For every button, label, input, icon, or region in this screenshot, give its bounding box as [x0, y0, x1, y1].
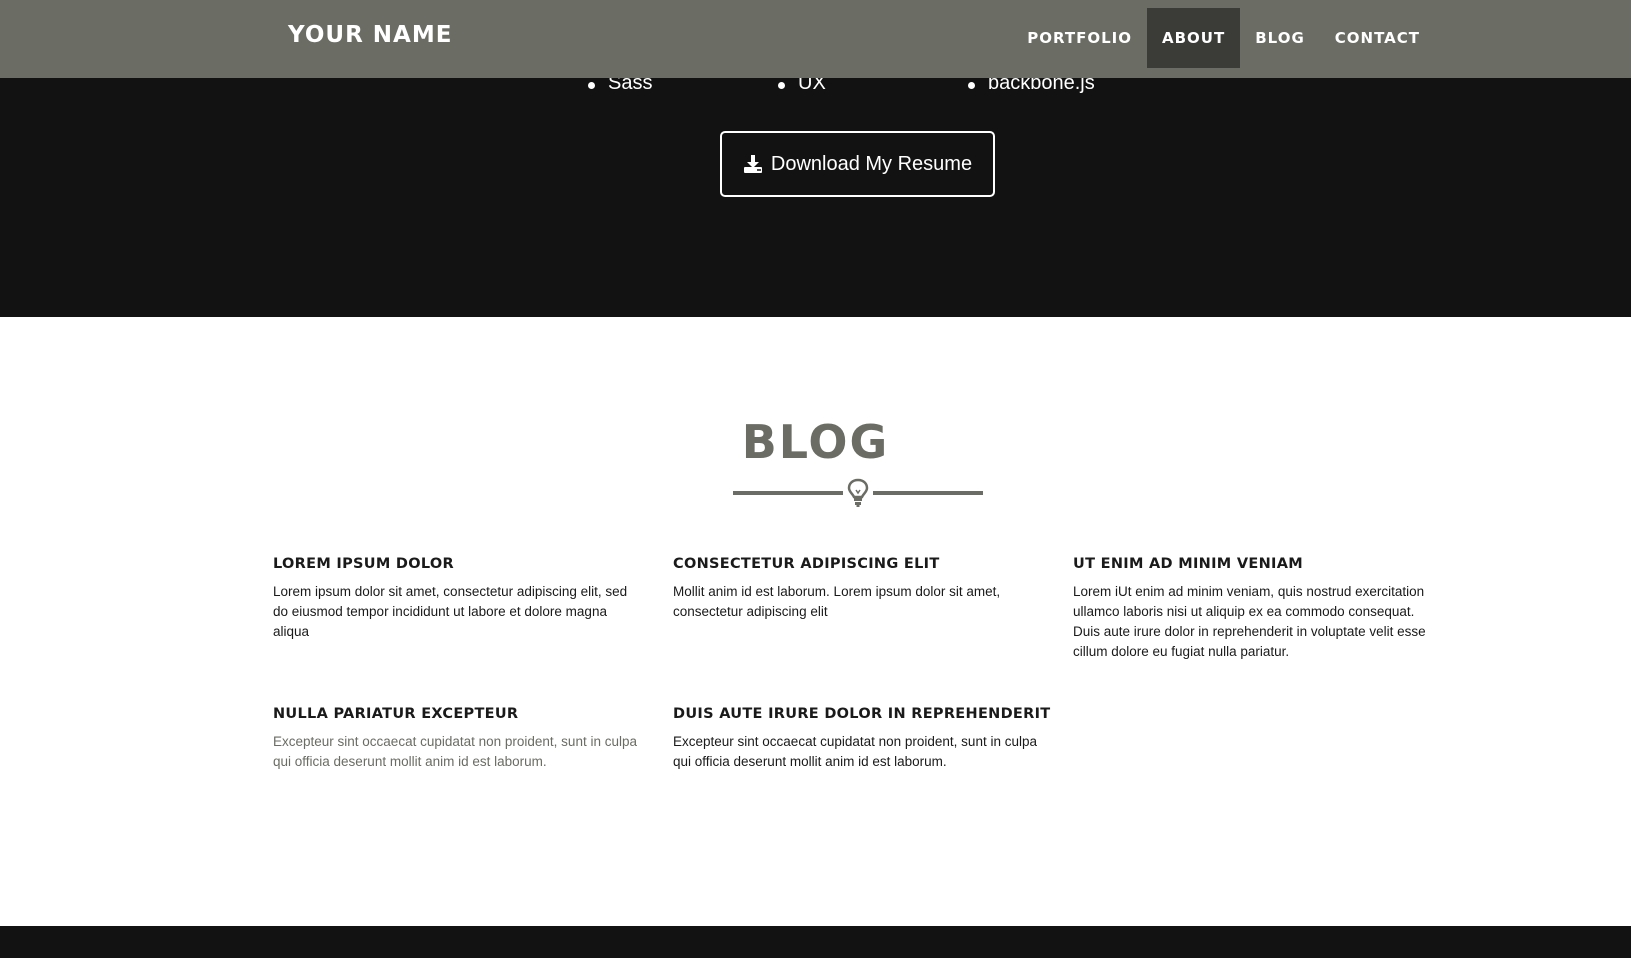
blog-heading: BLOG — [741, 415, 890, 469]
nav-item-contact[interactable]: CONTACT — [1320, 8, 1435, 68]
nav-menu: PORTFOLIO ABOUT BLOG CONTACT — [1012, 8, 1435, 68]
download-resume-button[interactable]: Download My Resume — [720, 131, 995, 197]
blog-post-title[interactable]: LOREM IPSUM DOLOR — [273, 556, 645, 572]
brand-logo[interactable]: YOUR NAME — [288, 22, 452, 48]
blog-post-excerpt: Excepteur sint occaecat cupidatat non pr… — [273, 734, 637, 769]
footer — [0, 926, 1631, 958]
blog-post-excerpt: Lorem iUt enim ad minim veniam, quis nos… — [1073, 584, 1426, 659]
blog-post-title[interactable]: CONSECTETUR ADIPISCING ELIT — [673, 556, 1045, 572]
blog-post[interactable]: NULLA PARIATUR EXCEPTEUR Excepteur sint … — [273, 706, 645, 772]
nav-item-blog[interactable]: BLOG — [1240, 8, 1320, 68]
download-resume-label: Download My Resume — [770, 152, 973, 175]
blog-post-title[interactable]: UT ENIM AD MINIM VENIAM — [1073, 556, 1445, 572]
download-icon — [743, 155, 762, 173]
section-divider — [733, 478, 983, 508]
blog-post[interactable]: CONSECTETUR ADIPISCING ELIT Mollit anim … — [673, 556, 1045, 622]
blog-post-title[interactable]: NULLA PARIATUR EXCEPTEUR — [273, 706, 645, 722]
blog-post-excerpt: Mollit anim id est laborum. Lorem ipsum … — [673, 584, 1001, 619]
divider-line — [733, 491, 843, 495]
blog-post-excerpt: Excepteur sint occaecat cupidatat non pr… — [673, 734, 1037, 769]
divider-line — [873, 491, 983, 495]
blog-post-excerpt: Lorem ipsum dolor sit amet, consectetur … — [273, 584, 628, 639]
blog-post[interactable]: DUIS AUTE IRURE DOLOR IN REPREHENDERIT E… — [673, 706, 1050, 772]
blog-post[interactable]: UT ENIM AD MINIM VENIAM Lorem iUt enim a… — [1073, 556, 1445, 662]
nav-item-about[interactable]: ABOUT — [1147, 8, 1241, 68]
blog-post-title[interactable]: DUIS AUTE IRURE DOLOR IN REPREHENDERIT — [673, 706, 1050, 722]
nav-item-portfolio[interactable]: PORTFOLIO — [1012, 8, 1147, 68]
lightbulb-icon — [847, 478, 869, 507]
navbar: YOUR NAME PORTFOLIO ABOUT BLOG CONTACT — [0, 0, 1631, 78]
blog-post[interactable]: LOREM IPSUM DOLOR Lorem ipsum dolor sit … — [273, 556, 645, 642]
